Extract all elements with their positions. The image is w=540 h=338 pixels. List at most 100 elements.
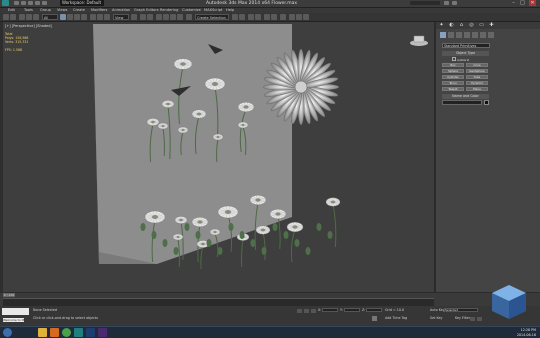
play-icon[interactable] [304,309,309,313]
create-tab-icon[interactable]: ✦ [438,23,445,28]
named-selection-dropdown[interactable]: Create Selection Se [195,14,229,26]
time-slider[interactable]: 0 / 100 [3,293,15,297]
window-crossing-icon[interactable] [81,14,87,20]
redo-button[interactable] [10,14,16,20]
shapes-icon[interactable] [448,32,454,38]
view-cube-icon[interactable] [410,35,428,46]
material-editor-icon[interactable] [280,14,286,20]
edit-named-selection-icon[interactable] [186,14,192,20]
render-setup-icon[interactable] [289,14,295,20]
box-button[interactable]: Box [442,63,464,67]
undo-button[interactable] [3,14,9,20]
unlink-icon[interactable] [26,14,32,20]
keyboard-shortcut-icon[interactable] [147,14,153,20]
set-key-label[interactable]: Set Key [430,316,442,320]
media-player-icon[interactable] [50,328,59,337]
selection-filter-dropdown[interactable]: All [42,14,58,20]
pivot-icon[interactable] [131,14,137,20]
maxscript-listener[interactable] [2,308,29,315]
viewport-label[interactable]: [+] [Perspective] [Shaded] [5,24,52,28]
rotate-icon[interactable] [97,14,103,20]
y-coordinate-field[interactable] [344,308,360,312]
object-type-rollout[interactable]: Object Type [442,51,489,56]
angle-snap-icon[interactable] [163,14,169,20]
systems-icon[interactable] [488,32,494,38]
user-icon[interactable] [452,1,457,5]
helpers-icon[interactable] [472,32,478,38]
z-coordinate-field[interactable] [366,308,382,312]
primitive-category-dropdown[interactable]: Standard Primitives [442,43,490,48]
torus-button[interactable]: Torus [442,81,464,85]
undo-icon[interactable] [35,1,40,5]
schematic-view-icon[interactable] [271,14,277,20]
display-tab-icon[interactable]: ▭ [478,23,485,28]
move-icon[interactable] [90,14,96,20]
mirror-icon[interactable] [232,14,238,20]
maximize-button[interactable]: □ [519,0,526,6]
x-coordinate-field[interactable] [322,308,338,312]
select-manipulate-icon[interactable] [140,14,146,20]
help-icon[interactable] [444,1,449,5]
scene-render[interactable] [3,22,434,292]
go-to-start-icon[interactable] [297,309,302,313]
select-by-name-icon[interactable] [67,14,73,20]
scale-icon[interactable] [104,14,110,20]
object-color-swatch[interactable] [484,100,489,105]
perspective-viewport[interactable]: [+] [Perspective] [Shaded] Total Polys: … [3,22,434,292]
spacewarps-icon[interactable] [480,32,486,38]
3dsmax-taskbar-icon[interactable] [74,328,83,337]
explorer-icon[interactable] [38,328,47,337]
link-icon[interactable] [19,14,25,20]
utilities-tab-icon[interactable]: ✚ [488,23,495,28]
curve-editor-icon[interactable] [264,14,270,20]
snaps-toggle-icon[interactable] [156,14,162,20]
cameras-icon[interactable] [464,32,470,38]
rendered-frame-icon[interactable] [296,14,302,20]
save-file-icon[interactable] [28,1,33,5]
go-to-end-icon[interactable] [311,309,316,313]
start-button-icon[interactable] [3,328,12,337]
premiere-icon[interactable] [98,328,107,337]
auto-key-label[interactable]: Auto Key [430,308,445,312]
tube-button[interactable]: Tube [466,75,488,79]
lock-selection-icon[interactable] [372,316,377,321]
redo-icon[interactable] [42,1,47,5]
modify-tab-icon[interactable]: ◐ [448,23,455,28]
zoom-icon[interactable] [470,317,475,321]
pan-icon[interactable] [477,317,482,321]
close-button[interactable]: ✕ [529,0,536,6]
layer-manager-icon[interactable] [248,14,254,20]
geometry-icon[interactable] [440,32,446,38]
reference-coord-dropdown[interactable]: View [113,14,129,20]
lights-icon[interactable] [456,32,462,38]
photoshop-icon[interactable] [86,328,95,337]
geosphere-button[interactable]: GeoSphere [466,69,488,73]
hierarchy-tab-icon[interactable]: ⌂ [458,23,465,28]
region-select-icon[interactable] [74,14,80,20]
cylinder-button[interactable]: Cylinder [442,75,464,79]
sphere-button[interactable]: Sphere [442,69,464,73]
select-object-icon[interactable] [60,14,66,20]
motion-tab-icon[interactable]: ◎ [468,23,475,28]
percent-snap-icon[interactable] [170,14,176,20]
open-file-icon[interactable] [21,1,26,5]
workspace-dropdown[interactable]: Workspace: Default [60,0,104,6]
pyramid-button[interactable]: Pyramid [466,81,488,85]
autogrid-checkbox[interactable]: AutoGrid [452,57,469,62]
render-teapot-icon[interactable] [303,14,309,20]
chrome-icon[interactable] [62,328,71,337]
spinner-snap-icon[interactable] [177,14,183,20]
bind-spacewarp-icon[interactable] [33,14,39,20]
align-icon[interactable] [239,14,245,20]
app-logo-icon[interactable] [2,0,9,6]
object-name-input[interactable] [442,100,482,105]
track-bar[interactable]: 0510152025303540455055606570758085909510… [3,298,434,315]
add-time-tag[interactable]: Add Time Tag [385,316,407,320]
system-clock[interactable]: 12:28 PM 2014-06-16 [517,328,536,337]
name-color-rollout[interactable]: Name and Color [442,94,489,99]
key-mode-dropdown[interactable]: Selected [444,308,478,312]
minimize-button[interactable]: – [510,0,517,6]
search-field[interactable] [410,1,440,5]
ribbon-icon[interactable] [255,14,261,20]
teapot-button[interactable]: Teapot [442,87,464,91]
